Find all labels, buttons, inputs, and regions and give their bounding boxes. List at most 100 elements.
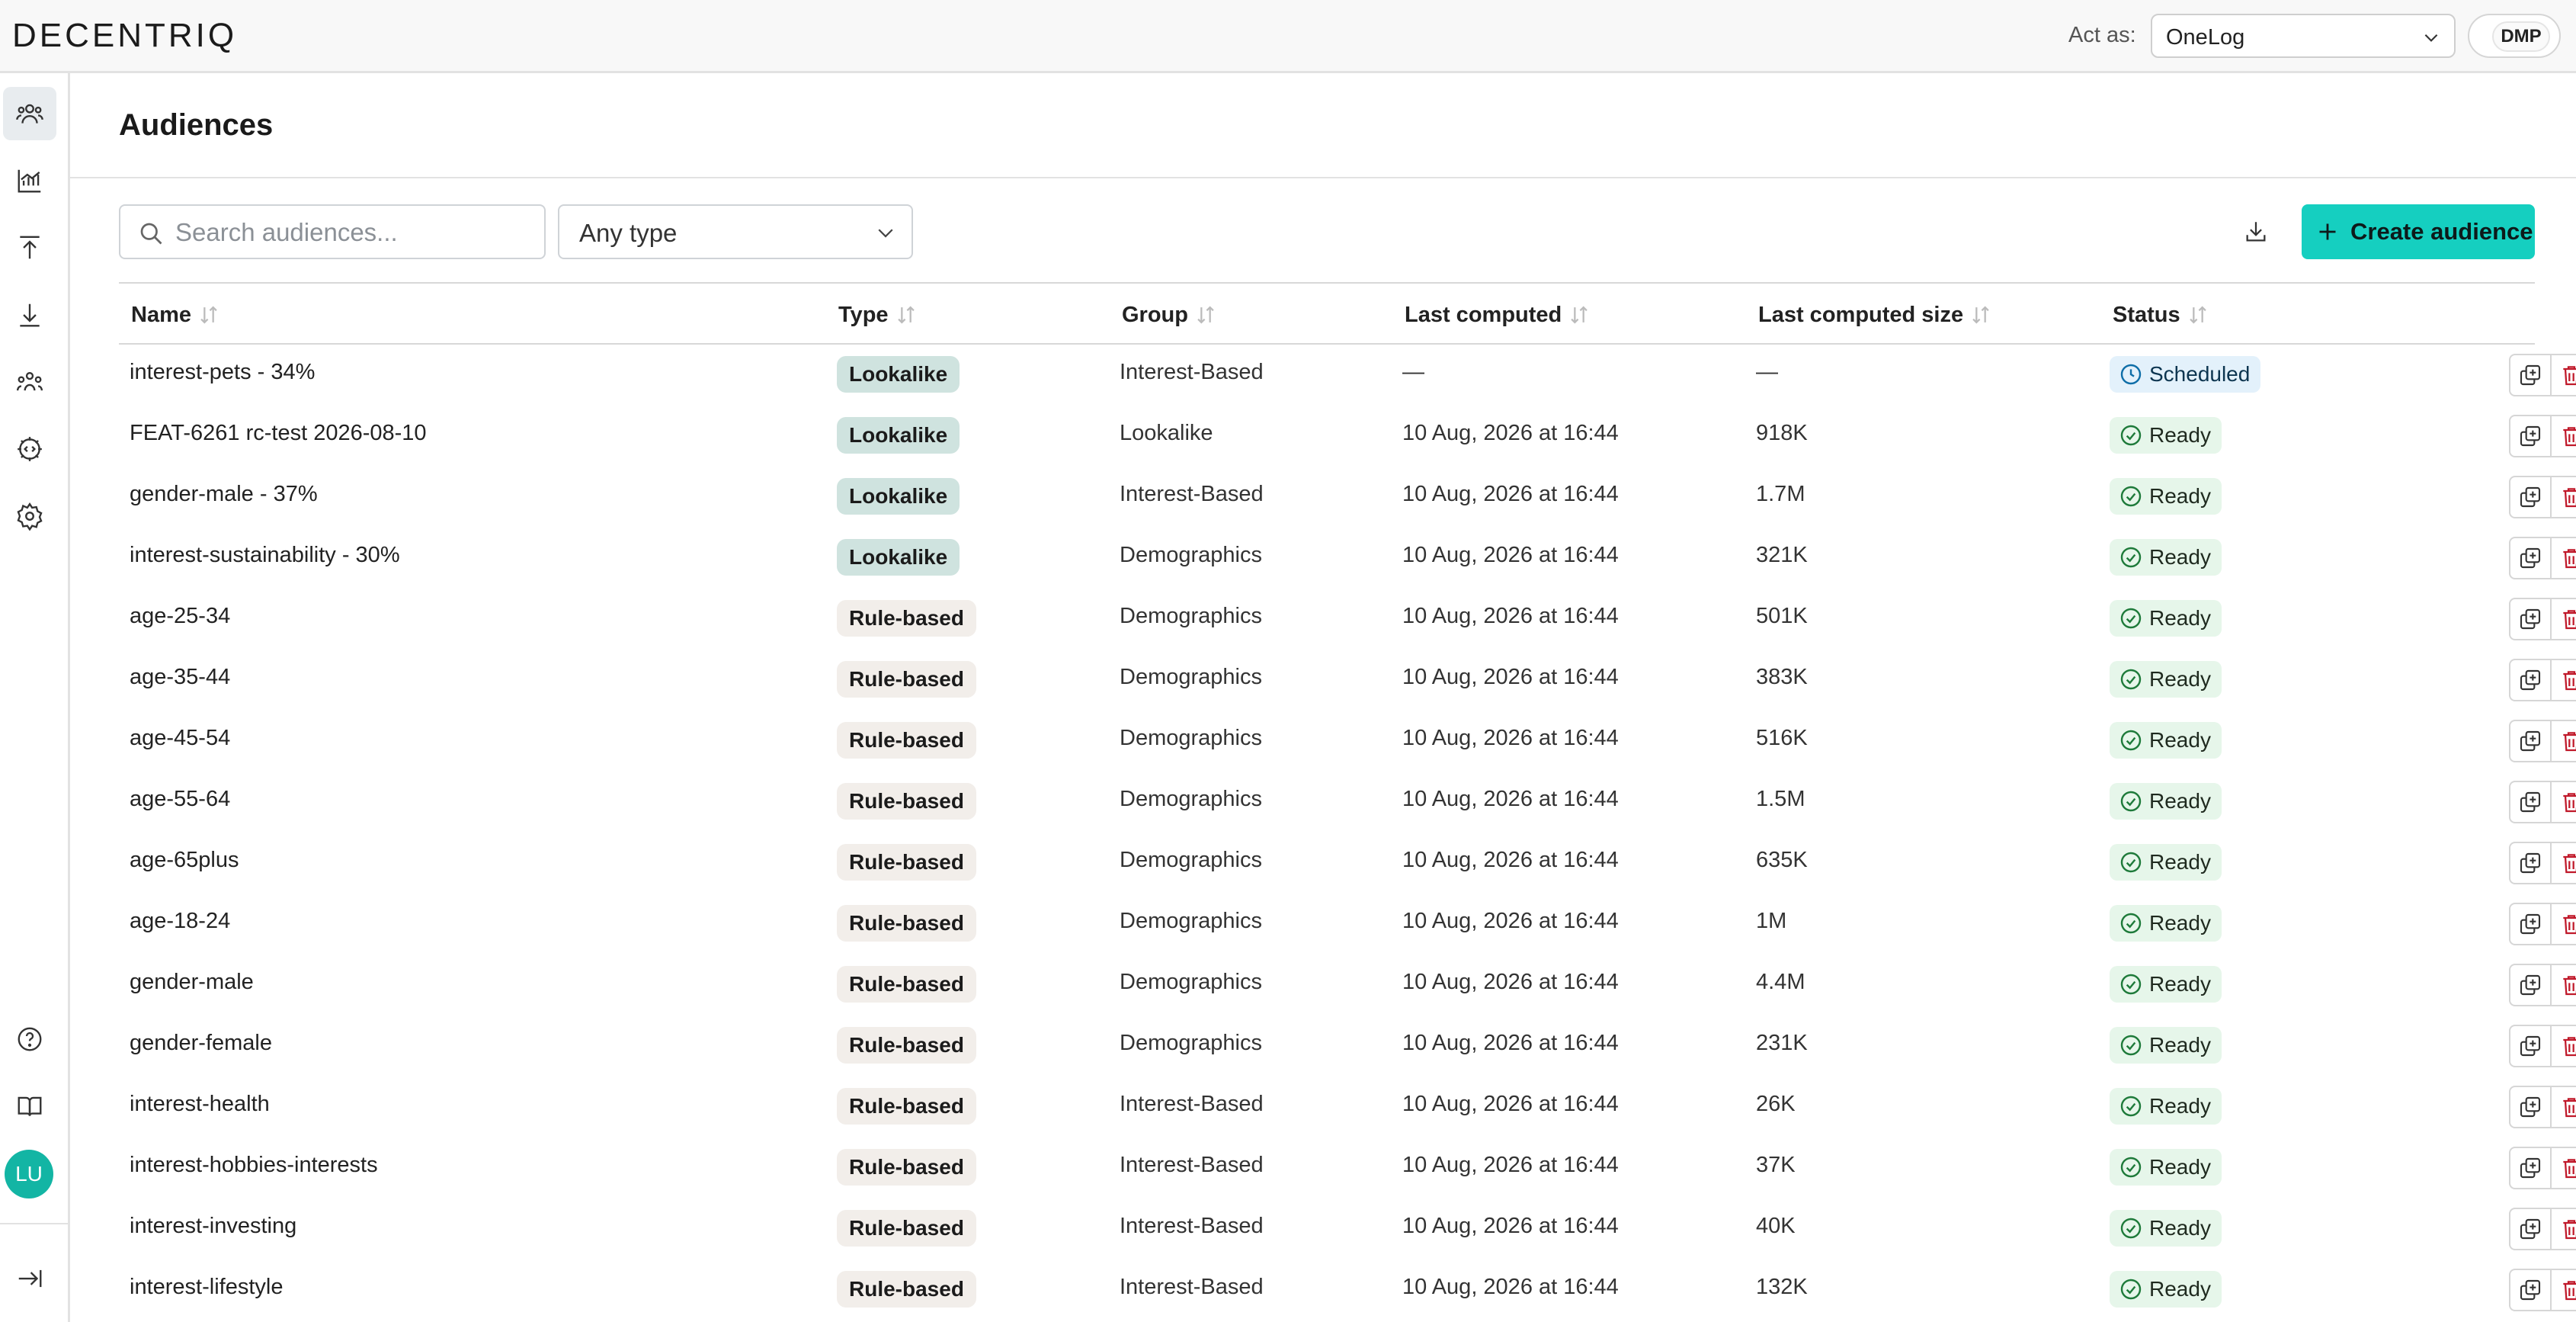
- table-row[interactable]: gender-male Rule-based Demographics 10 Aug,…: [119, 955, 2576, 1016]
- table-row[interactable]: gender-female Rule-based Demographics 10 Au…: [119, 1016, 2576, 1077]
- duplicate-button[interactable]: [2509, 1147, 2552, 1189]
- duplicate-icon: [2520, 1279, 2541, 1301]
- table-row[interactable]: interest-hobbies-interests Rule-based Inte…: [119, 1137, 2576, 1198]
- audience-name[interactable]: interest-lifestyle: [130, 1275, 283, 1300]
- duplicate-button[interactable]: [2509, 842, 2552, 884]
- delete-button[interactable]: [2550, 1025, 2576, 1067]
- audience-name[interactable]: age-18-24: [130, 909, 230, 934]
- audience-name[interactable]: age-65plus: [130, 848, 239, 873]
- delete-button[interactable]: [2550, 354, 2576, 396]
- table-row[interactable]: interest-pets - 34% Lookalike Interest-Bas…: [119, 345, 2576, 406]
- audience-name[interactable]: age-55-64: [130, 787, 230, 812]
- search-box[interactable]: [119, 204, 546, 259]
- delete-button[interactable]: [2550, 781, 2576, 823]
- type-filter-select[interactable]: Any type: [558, 204, 913, 259]
- delete-button[interactable]: [2550, 903, 2576, 945]
- size-cell: 635K: [1756, 848, 1808, 872]
- audience-name[interactable]: interest-health: [130, 1092, 270, 1117]
- duplicate-button[interactable]: [2509, 903, 2552, 945]
- table-row[interactable]: interest-sustainability - 30% Lookalike De…: [119, 528, 2576, 589]
- table-row[interactable]: interest-health Rule-based Interest-Based 1…: [119, 1077, 2576, 1137]
- column-header-name[interactable]: Name: [131, 302, 222, 328]
- status-badge: Ready: [2110, 966, 2222, 1003]
- duplicate-button[interactable]: [2509, 598, 2552, 640]
- check-circle-icon: [2120, 547, 2142, 568]
- type-badge: Rule-based: [837, 1149, 976, 1186]
- act-as-select[interactable]: OneLog: [2151, 14, 2456, 58]
- duplicate-icon: [2520, 852, 2541, 874]
- avatar[interactable]: LU: [5, 1150, 53, 1198]
- duplicate-button[interactable]: [2509, 354, 2552, 396]
- column-header-type[interactable]: Type: [838, 302, 919, 328]
- last-computed-cell: 10 Aug, 2026 at 16:44: [1402, 665, 1619, 689]
- delete-button[interactable]: [2550, 1208, 2576, 1250]
- table-row[interactable]: age-35-44 Rule-based Demographics 10 Aug, 2…: [119, 650, 2576, 711]
- duplicate-button[interactable]: [2509, 720, 2552, 762]
- duplicate-button[interactable]: [2509, 1025, 2552, 1067]
- export-download-button[interactable]: [2235, 210, 2277, 253]
- sidebar-item-docs[interactable]: [3, 1080, 56, 1133]
- audience-name[interactable]: age-25-34: [130, 604, 230, 629]
- sidebar-item-downloads[interactable]: [3, 288, 56, 342]
- audience-name[interactable]: interest-pets - 34%: [130, 360, 315, 385]
- audience-name[interactable]: age-45-54: [130, 726, 230, 751]
- column-header-last-computed-size[interactable]: Last computed size: [1758, 302, 1994, 328]
- delete-button[interactable]: [2550, 598, 2576, 640]
- duplicate-button[interactable]: [2509, 1269, 2552, 1311]
- delete-button[interactable]: [2550, 537, 2576, 579]
- delete-button[interactable]: [2550, 720, 2576, 762]
- sidebar-item-insights[interactable]: [3, 154, 56, 207]
- delete-button[interactable]: [2550, 1269, 2576, 1311]
- delete-button[interactable]: [2550, 964, 2576, 1006]
- duplicate-button[interactable]: [2509, 415, 2552, 457]
- duplicate-button[interactable]: [2509, 964, 2552, 1006]
- sidebar-item-settings[interactable]: [3, 489, 56, 543]
- table-row[interactable]: gender-male - 37% Lookalike Interest-Based…: [119, 467, 2576, 528]
- table-row[interactable]: age-65plus Rule-based Demographics 10 Aug, …: [119, 833, 2576, 894]
- duplicate-button[interactable]: [2509, 476, 2552, 518]
- status-badge: Ready: [2110, 661, 2222, 698]
- duplicate-button[interactable]: [2509, 659, 2552, 701]
- sidebar-item-audiences[interactable]: [3, 87, 56, 140]
- type-badge: Rule-based: [837, 966, 976, 1003]
- audience-name[interactable]: interest-investing: [130, 1214, 296, 1239]
- audience-name[interactable]: gender-female: [130, 1031, 272, 1056]
- delete-button[interactable]: [2550, 415, 2576, 457]
- duplicate-button[interactable]: [2509, 1086, 2552, 1128]
- status-badge: Ready: [2110, 1027, 2222, 1064]
- audience-name[interactable]: age-35-44: [130, 665, 230, 690]
- dmp-toggle[interactable]: DMP: [2468, 14, 2561, 58]
- column-header-status[interactable]: Status: [2113, 302, 2211, 328]
- duplicate-icon: [2520, 791, 2541, 813]
- column-header-last-computed[interactable]: Last computed: [1405, 302, 1592, 328]
- table-row[interactable]: age-55-64 Rule-based Demographics 10 Aug, 2…: [119, 772, 2576, 833]
- delete-button[interactable]: [2550, 1147, 2576, 1189]
- column-header-group[interactable]: Group: [1122, 302, 1219, 328]
- duplicate-button[interactable]: [2509, 1208, 2552, 1250]
- audience-name[interactable]: interest-sustainability - 30%: [130, 543, 400, 568]
- audience-name[interactable]: FEAT-6261 rc-test 2026-08-10: [130, 421, 427, 446]
- table-row[interactable]: age-18-24 Rule-based Demographics 10 Aug, 2…: [119, 894, 2576, 955]
- sidebar-item-users[interactable]: [3, 355, 56, 409]
- last-computed-cell: 10 Aug, 2026 at 16:44: [1402, 1031, 1619, 1055]
- table-row[interactable]: interest-lifestyle Rule-based Interest-Bas…: [119, 1259, 2576, 1320]
- audience-name[interactable]: gender-male: [130, 970, 254, 995]
- table-row[interactable]: interest-investing Rule-based Interest-Bas…: [119, 1198, 2576, 1259]
- audience-name[interactable]: gender-male - 37%: [130, 482, 318, 507]
- audience-name[interactable]: interest-hobbies-interests: [130, 1153, 378, 1178]
- search-input[interactable]: [175, 215, 533, 250]
- sidebar-item-help[interactable]: [3, 1012, 56, 1066]
- table-row[interactable]: FEAT-6261 rc-test 2026-08-10 Lookalike Loo…: [119, 406, 2576, 467]
- create-audience-button[interactable]: Create audience: [2302, 204, 2535, 259]
- delete-button[interactable]: [2550, 1086, 2576, 1128]
- duplicate-button[interactable]: [2509, 537, 2552, 579]
- delete-button[interactable]: [2550, 842, 2576, 884]
- delete-button[interactable]: [2550, 659, 2576, 701]
- table-row[interactable]: age-45-54 Rule-based Demographics 10 Aug, 2…: [119, 711, 2576, 772]
- table-row[interactable]: age-25-34 Rule-based Demographics 10 Aug, 2…: [119, 589, 2576, 650]
- duplicate-button[interactable]: [2509, 781, 2552, 823]
- sidebar-item-api[interactable]: [3, 422, 56, 476]
- delete-button[interactable]: [2550, 476, 2576, 518]
- collapse-sidebar-button[interactable]: [3, 1252, 56, 1305]
- sidebar-item-publish[interactable]: [3, 221, 56, 274]
